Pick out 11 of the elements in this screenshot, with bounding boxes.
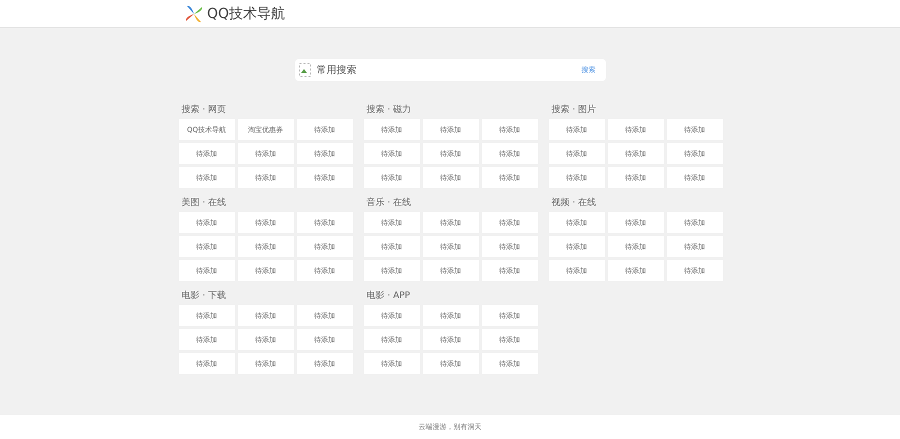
section-title: 音乐 · 在线 [366,197,412,209]
section-title: 电影 · 下载 [180,290,228,302]
section-title: 搜索 · 磁力 [366,104,412,116]
broken-image-icon [298,63,310,77]
section-title: 电影 · APP [366,290,412,302]
section-title: 搜索 · 网页 [180,104,228,116]
pinwheel-logo-icon [185,4,203,22]
section-title: 美图 · 在线 [180,197,228,209]
site-title: QQ技术导航 [207,4,286,22]
section-title: 视频 · 在线 [550,197,598,209]
section-title: 搜索 · 图片 [550,104,598,116]
